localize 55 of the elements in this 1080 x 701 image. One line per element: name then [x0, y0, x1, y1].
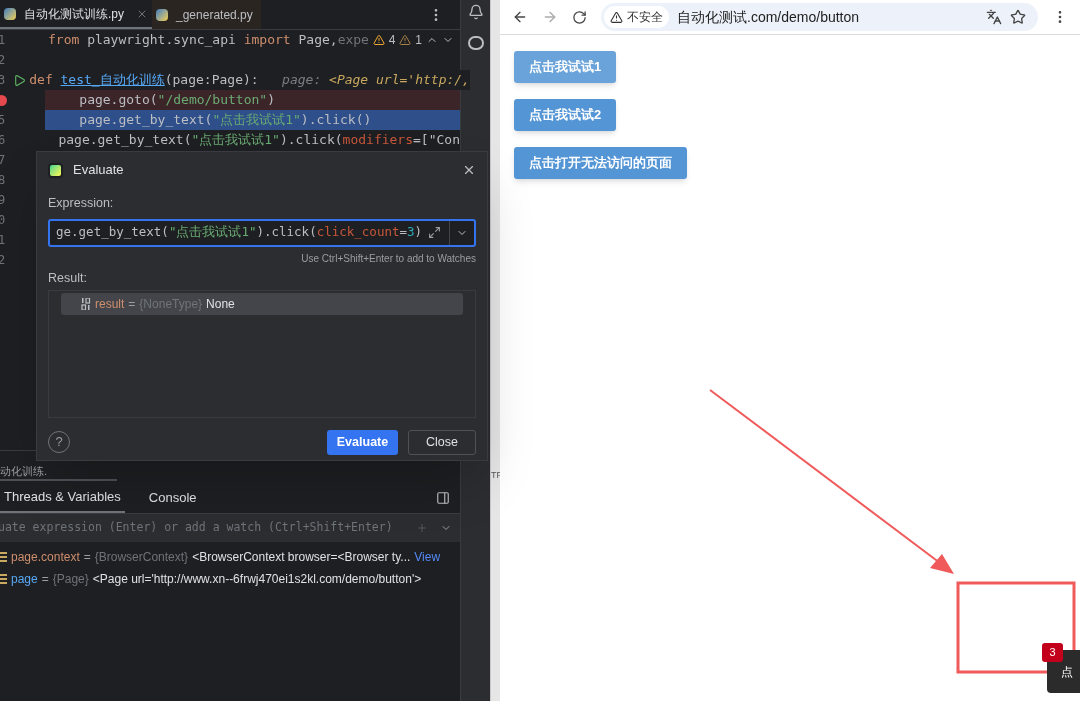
python-file-icon [4, 7, 16, 20]
address-bar[interactable]: 不安全 自动化测试.com/demo/button [601, 3, 1038, 31]
back-icon[interactable] [512, 9, 528, 25]
panel-tab[interactable]: Console [144, 483, 201, 513]
code-line: page.get_by_text("点击我试试1").click(modifiers=["Con [57, 131, 460, 150]
partial-text: TF [491, 468, 502, 482]
result-value: None [206, 295, 235, 313]
code-line: page.goto("/demo/button") [78, 91, 275, 110]
dialog-button[interactable]: Close [408, 429, 476, 455]
expression-text: ge.get_by_text("点击我试试1").click(click_count=3) [56, 224, 420, 240]
variable-name: page.context [11, 549, 80, 566]
expression-label: Expression: [48, 195, 114, 212]
equals-sign: = [128, 295, 136, 313]
weak-warning-icon[interactable] [399, 34, 412, 46]
variable-type: {Page} [52, 571, 89, 588]
notification-bell-icon[interactable] [467, 4, 484, 20]
variable-name: page [11, 571, 38, 588]
field-icon [0, 573, 7, 585]
expression-input-field[interactable]: ge.get_by_text("点击我试试1").click(click_count=3) [48, 218, 476, 247]
code-line: page.get_by_text("点击我试试1").click() [78, 111, 372, 130]
view-link[interactable]: View [414, 548, 441, 566]
variable-value: <BrowserContext browser=<Browser ty... [192, 549, 411, 566]
bookmark-star-icon[interactable] [1010, 9, 1026, 25]
url-text: 自动化测试.com/demo/button [677, 7, 860, 27]
dialog-button[interactable]: Evaluate [327, 429, 398, 455]
run-icon[interactable] [13, 73, 27, 87]
weak-warning-count: 1 [415, 32, 422, 49]
toast-text: 点 [1061, 663, 1073, 681]
field-icon [0, 551, 7, 563]
dialog-title: Evaluate [73, 161, 124, 180]
expand-icon[interactable] [428, 226, 441, 240]
warning-icon [610, 10, 623, 24]
file-tab[interactable]: _generated.py [152, 0, 261, 29]
layout-icon[interactable] [436, 491, 450, 505]
translate-icon[interactable] [986, 9, 1002, 25]
close-icon[interactable] [462, 163, 476, 177]
hint-text: Use Ctrl+Shift+Enter to add to Watches [301, 251, 476, 266]
app-logo-icon [48, 162, 63, 178]
count-badge: 3 [1042, 643, 1063, 662]
equals-sign: = [41, 571, 49, 588]
warning-icon[interactable] [372, 34, 385, 46]
code-line: def test_自动化训练(page:Page): page: <Page url='http:/, [29, 71, 470, 90]
code-line: from playwright.sync_api import Page,expe [48, 31, 369, 50]
reload-icon[interactable] [572, 9, 587, 25]
warning-count: 4 [388, 32, 396, 49]
number-type-icon [81, 297, 91, 310]
security-chip[interactable]: 不安全 [604, 6, 669, 28]
line-number: 1 [0, 232, 6, 249]
result-name: result [95, 295, 125, 313]
equals-sign: = [83, 549, 91, 566]
line-number: 1 [0, 32, 6, 49]
python-file-icon [156, 8, 168, 21]
variable-type: {BrowserContext} [94, 549, 189, 566]
variable-value: <Page url='http://www.xn--6frwj470ei1s2kl.com/demo/button'> [92, 571, 422, 588]
result-label: Result: [48, 269, 87, 287]
